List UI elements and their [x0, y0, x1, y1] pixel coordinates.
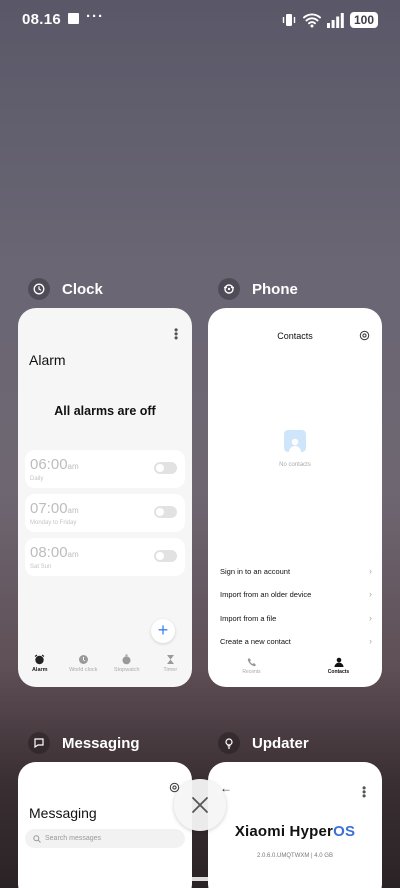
messaging-card-header[interactable]: Messaging	[28, 732, 140, 754]
alarm-repeat: Daily	[30, 476, 44, 482]
vibrate-icon	[282, 14, 296, 26]
tab-label: Stopwatch	[113, 667, 140, 673]
updater-card-header[interactable]: Updater	[218, 732, 309, 754]
phone-handset-icon	[247, 658, 256, 667]
updater-app-icon	[218, 732, 240, 754]
alarm-toggle[interactable]	[154, 462, 177, 474]
more-options-icon[interactable]: • • •	[174, 324, 178, 344]
option-label: Create a new contact	[220, 637, 291, 646]
brand-os: OS	[333, 823, 356, 840]
messaging-app-icon	[28, 732, 50, 754]
chevron-right-icon: ›	[369, 613, 372, 623]
wifi-icon	[303, 13, 321, 28]
search-placeholder: Search messages	[45, 835, 102, 842]
tab-alarm[interactable]: Alarm	[20, 653, 60, 681]
hourglass-icon	[166, 654, 174, 664]
clock-app-icon	[28, 278, 50, 300]
import-file-option[interactable]: Import from a file ›	[220, 613, 372, 623]
tab-label: Recents	[242, 669, 261, 675]
updater-app-card[interactable]: ← • • • Xiaomi HyperOS 2.0.6.0.UMQTWXM | 4…	[208, 762, 382, 888]
tab-timer[interactable]: Timer	[150, 653, 190, 681]
phone-app-card[interactable]: Contacts No contacts Sign in to an accou…	[208, 308, 382, 687]
tab-recents[interactable]: Recents	[227, 657, 277, 681]
tab-contacts[interactable]: Contacts	[314, 657, 364, 681]
alarm-ampm: am	[67, 506, 79, 515]
no-contacts-text: No contacts	[279, 462, 311, 468]
clock-app-card[interactable]: • • • Alarm All alarms are off 06:00am Dai…	[18, 308, 192, 687]
contacts-screen-title: Contacts	[277, 331, 313, 341]
tab-stopwatch[interactable]: Stopwatch	[107, 653, 147, 681]
messaging-app-name: Messaging	[62, 734, 140, 752]
create-contact-option[interactable]: Create a new contact ›	[220, 636, 372, 646]
alarm-time: 06:00	[30, 456, 68, 473]
search-messages-input[interactable]: Search messages	[25, 829, 185, 848]
notification-icon	[68, 13, 79, 24]
alarm-time: 08:00	[30, 544, 68, 561]
phone-tab-bar: Recents Contacts	[208, 657, 382, 681]
clock-card-header[interactable]: Clock	[28, 278, 103, 300]
alarm-ampm: am	[67, 550, 79, 559]
settings-gear-icon[interactable]	[359, 330, 370, 341]
world-clock-icon	[78, 654, 88, 664]
alarm-screen-title: Alarm	[29, 352, 66, 368]
stopwatch-icon	[122, 654, 131, 664]
person-icon	[334, 657, 343, 667]
tab-label: Timer	[163, 667, 178, 673]
chevron-right-icon: ›	[369, 566, 372, 576]
more-options-icon[interactable]: • • •	[362, 782, 366, 802]
alarm-clock-icon	[34, 654, 45, 664]
alarms-off-message: All alarms are off	[54, 404, 156, 418]
status-time: 08.16	[22, 11, 62, 28]
search-icon	[33, 834, 41, 843]
add-alarm-button[interactable]: +	[151, 619, 175, 643]
empty-contact-icon	[284, 430, 306, 452]
close-icon	[192, 797, 208, 813]
sign-in-account-option[interactable]: Sign in to an account ›	[220, 566, 372, 576]
phone-card-header[interactable]: Phone	[218, 278, 298, 300]
tab-label: Contacts	[327, 669, 350, 675]
hyperos-logo: Xiaomi HyperOS	[208, 823, 382, 840]
clock-app-name: Clock	[62, 280, 103, 298]
phone-app-icon	[218, 278, 240, 300]
alarm-toggle[interactable]	[154, 550, 177, 562]
alarm-item[interactable]: 07:00am Monday to Friday	[25, 494, 185, 532]
status-bar: 08.16 ··· 100	[0, 0, 400, 40]
alarm-toggle[interactable]	[154, 506, 177, 518]
alarm-time: 07:00	[30, 500, 68, 517]
import-older-device-option[interactable]: Import from an older device ›	[220, 589, 372, 599]
alarm-item[interactable]: 06:00am Daily	[25, 450, 185, 488]
battery-indicator: 100	[349, 12, 378, 28]
home-indicator-bar[interactable]	[124, 877, 276, 881]
alarm-ampm: am	[67, 462, 79, 471]
tab-label: World clock	[69, 667, 98, 673]
messaging-app-card[interactable]: Messaging Search messages	[18, 762, 192, 888]
option-label: Sign in to an account	[220, 567, 291, 576]
signal-icon	[326, 12, 344, 28]
option-label: Import from an older device	[220, 590, 312, 599]
updater-app-name: Updater	[252, 734, 309, 752]
alarm-repeat: Monday to Friday	[30, 520, 77, 526]
tab-label: Alarm	[31, 667, 48, 673]
chevron-right-icon: ›	[369, 636, 372, 646]
clear-all-button[interactable]	[174, 779, 226, 831]
option-label: Import from a file	[220, 614, 277, 623]
brand-prefix: Xiaomi Hyper	[234, 823, 334, 840]
clock-tab-bar: Alarm World clock Stopwatch Timer	[18, 653, 192, 681]
phone-app-name: Phone	[252, 280, 298, 298]
chevron-right-icon: ›	[369, 589, 372, 599]
more-notifications-icon: ···	[86, 8, 104, 25]
os-version-text: 2.0.6.0.UMQTWXM | 4.0 GB	[257, 853, 333, 859]
tab-world-clock[interactable]: World clock	[63, 653, 103, 681]
messaging-screen-title: Messaging	[29, 805, 97, 821]
alarm-repeat: Sat Sun	[30, 564, 52, 570]
alarm-item[interactable]: 08:00am Sat Sun	[25, 538, 185, 576]
